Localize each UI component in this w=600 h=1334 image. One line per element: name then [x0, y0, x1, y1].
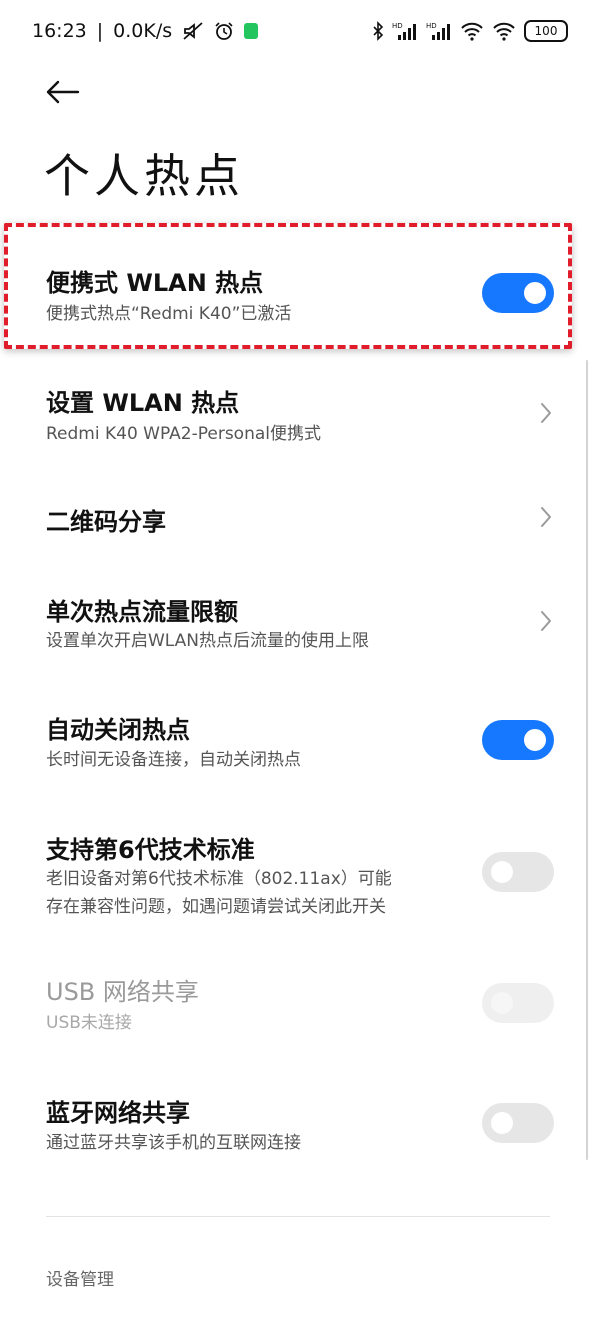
support-wifi6-toggle[interactable] [482, 852, 554, 892]
network-speed: 0.0K/s [113, 20, 173, 42]
scrollbar[interactable] [586, 360, 588, 1160]
wifi-icon [460, 21, 484, 41]
setup-wlan-hotspot-title: 设置 WLAN 热点 [46, 389, 240, 417]
chevron-right-icon [536, 607, 556, 635]
toggle-knob [491, 992, 513, 1014]
bluetooth-tethering-title: 蓝牙网络共享 [46, 1099, 190, 1127]
support-wifi6-title: 支持第6代技术标准 [46, 836, 255, 864]
auto-close-hotspot-subtitle: 长时间无设备连接，自动关闭热点 [46, 750, 301, 770]
toggle-knob [524, 729, 546, 751]
bluetooth-tethering-toggle[interactable] [482, 1103, 554, 1143]
device-management-section-label: 设备管理 [46, 1270, 114, 1290]
mute-icon [182, 21, 204, 41]
setup-wlan-hotspot-subtitle: Redmi K40 WPA2-Personal便携式 [46, 424, 321, 444]
app-notification-icon [244, 23, 259, 39]
signal-hd-icon: HD [426, 21, 452, 41]
bluetooth-tethering-subtitle: 通过蓝牙共享该手机的互联网连接 [46, 1133, 301, 1153]
alarm-icon [214, 21, 234, 41]
arrow-left-icon [46, 80, 80, 104]
single-hotspot-limit-title: 单次热点流量限额 [46, 598, 238, 626]
single-hotspot-limit-subtitle: 设置单次开启WLAN热点后流量的使用上限 [46, 631, 370, 651]
chevron-right-icon [536, 503, 556, 531]
usb-tethering-subtitle: USB未连接 [46, 1013, 132, 1033]
section-divider [46, 1216, 550, 1217]
battery-icon: 100 [524, 20, 568, 42]
toggle-knob [491, 1112, 513, 1134]
status-left: 16:23 | 0.0K/s [32, 20, 259, 42]
status-separator: | [96, 20, 104, 42]
status-time: 16:23 [32, 20, 87, 42]
bluetooth-icon [372, 21, 384, 41]
wifi-hotspot-icon [492, 21, 516, 41]
auto-close-hotspot-title: 自动关闭热点 [46, 716, 190, 744]
status-bar: 16:23 | 0.0K/s HD HD 100 [0, 0, 600, 62]
chevron-right-icon [536, 399, 556, 427]
support-wifi6-subtitle-line1: 老旧设备对第6代技术标准（802.11ax）可能 [46, 869, 392, 889]
svg-text:HD: HD [392, 22, 403, 30]
signal-hd-icon: HD [392, 21, 418, 41]
usb-tethering-toggle [482, 983, 554, 1023]
status-right: HD HD 100 [372, 20, 568, 42]
back-button[interactable] [40, 70, 84, 114]
page-title: 个人热点 [44, 149, 244, 203]
svg-text:HD: HD [426, 22, 437, 30]
qr-share-title: 二维码分享 [46, 508, 166, 536]
highlight-annotation [4, 223, 572, 349]
toggle-knob [491, 861, 513, 883]
support-wifi6-subtitle-line2: 存在兼容性问题，如遇问题请尝试关闭此开关 [46, 897, 386, 917]
usb-tethering-title: USB 网络共享 [46, 978, 199, 1006]
auto-close-hotspot-toggle[interactable] [482, 720, 554, 760]
